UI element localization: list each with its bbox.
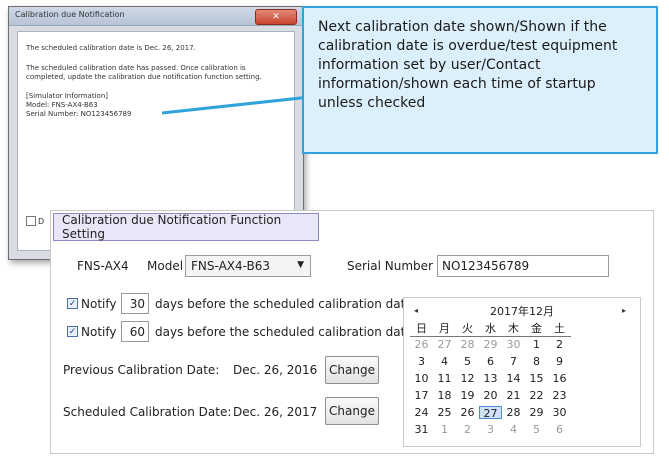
weekday-label: 日 bbox=[416, 322, 427, 335]
calendar: ◂ 2017年12月 ▸ 日 月 火 水 木 金 土 26 27 28 29 3… bbox=[403, 297, 641, 447]
calendar-month-title: 2017年12月 bbox=[490, 305, 554, 318]
calendar-day[interactable]: 4 bbox=[433, 355, 456, 368]
calendar-day[interactable]: 29 bbox=[525, 406, 548, 419]
calendar-day[interactable]: 30 bbox=[502, 338, 525, 351]
calendar-day[interactable]: 24 bbox=[410, 406, 433, 419]
weekday-label: 月 bbox=[439, 322, 450, 335]
calendar-week-row: 31 1 2 3 4 5 6 bbox=[410, 423, 571, 436]
weekday-label: 金 bbox=[531, 322, 542, 335]
callout-box: Next calibration date shown/Shown if the… bbox=[302, 6, 658, 154]
change-previous-date-button[interactable]: Change bbox=[325, 356, 379, 384]
serial-number-label: Serial Number bbox=[347, 259, 433, 273]
calendar-day[interactable]: 2 bbox=[548, 338, 571, 351]
calendar-day[interactable]: 27 bbox=[433, 338, 456, 351]
calendar-day[interactable]: 6 bbox=[548, 423, 571, 436]
calendar-day[interactable]: 18 bbox=[433, 389, 456, 402]
calendar-day[interactable]: 3 bbox=[479, 423, 502, 436]
notify-60-label: Notify bbox=[81, 325, 117, 339]
calendar-day[interactable]: 4 bbox=[502, 423, 525, 436]
notify-30-label: Notify bbox=[81, 297, 117, 311]
notification-message-line1: The scheduled calibration date has passe… bbox=[26, 64, 246, 72]
calendar-day[interactable]: 19 bbox=[456, 389, 479, 402]
chevron-down-icon: ▼ bbox=[297, 260, 304, 270]
scheduled-calibration-label: Scheduled Calibration Date: bbox=[63, 405, 232, 419]
notification-message-line2: completed, update the calibration due no… bbox=[26, 73, 262, 81]
calendar-day[interactable]: 26 bbox=[410, 338, 433, 351]
calendar-day[interactable]: 17 bbox=[410, 389, 433, 402]
notification-title: Calibration due Notification bbox=[15, 10, 125, 19]
notification-date-text: The scheduled calibration date is Dec. 2… bbox=[26, 44, 196, 52]
calendar-day[interactable]: 2 bbox=[456, 423, 479, 436]
calendar-day[interactable]: 15 bbox=[525, 372, 548, 385]
dont-show-label: D bbox=[38, 216, 45, 226]
calendar-day[interactable]: 12 bbox=[456, 372, 479, 385]
calendar-day[interactable]: 29 bbox=[479, 338, 502, 351]
weekday-label: 木 bbox=[508, 322, 519, 335]
callout-text: Next calibration date shown/Shown if the… bbox=[318, 19, 618, 111]
weekday-label: 火 bbox=[462, 322, 473, 335]
calendar-week-row: 3 4 5 6 7 8 9 bbox=[410, 355, 571, 368]
calendar-day[interactable]: 5 bbox=[456, 355, 479, 368]
notify-30-days-input[interactable]: 30 bbox=[121, 293, 149, 314]
model-select[interactable]: FNS-AX4-B63 ▼ bbox=[185, 255, 311, 277]
notify-30-checkbox[interactable]: ✓ bbox=[67, 298, 78, 309]
calendar-day[interactable]: 20 bbox=[479, 389, 502, 402]
previous-calibration-label: Previous Calibration Date: bbox=[63, 363, 220, 377]
previous-calibration-date: Dec. 26, 2016 bbox=[233, 363, 318, 377]
dont-show-checkbox[interactable] bbox=[26, 216, 36, 226]
notify-60-checkbox[interactable]: ✓ bbox=[67, 326, 78, 337]
notify-60-suffix: days before the scheduled calibration da… bbox=[155, 325, 413, 339]
calendar-day[interactable]: 8 bbox=[525, 355, 548, 368]
scheduled-calibration-date: Dec. 26, 2017 bbox=[233, 405, 318, 419]
device-name: FNS-AX4 bbox=[77, 259, 129, 273]
calendar-day[interactable]: 28 bbox=[502, 406, 525, 419]
notification-titlebar: Calibration due Notification ✕ bbox=[9, 7, 303, 26]
calendar-day[interactable]: 31 bbox=[410, 423, 433, 436]
calendar-weekday-header: 日 月 火 水 木 金 土 bbox=[410, 322, 571, 337]
calendar-day[interactable]: 25 bbox=[433, 406, 456, 419]
tab-calibration-settings[interactable]: Calibration due Notification Function Se… bbox=[53, 213, 319, 241]
calendar-day[interactable]: 5 bbox=[525, 423, 548, 436]
weekday-label: 土 bbox=[554, 322, 565, 335]
calibration-settings-panel: Calibration due Notification Function Se… bbox=[50, 210, 654, 454]
calendar-day[interactable]: 14 bbox=[502, 372, 525, 385]
model-select-value: FNS-AX4-B63 bbox=[191, 259, 271, 273]
calendar-day[interactable]: 1 bbox=[433, 423, 456, 436]
calendar-week-row: 26 27 28 29 30 1 2 bbox=[410, 338, 571, 351]
calendar-day[interactable]: 7 bbox=[502, 355, 525, 368]
calendar-day-selected[interactable]: 27 bbox=[479, 406, 502, 420]
close-icon: ✕ bbox=[272, 12, 280, 22]
calendar-day[interactable]: 11 bbox=[433, 372, 456, 385]
calendar-week-row: 10 11 12 13 14 15 16 bbox=[410, 372, 571, 385]
simulator-serial: Serial Number: NO123456789 bbox=[26, 110, 132, 118]
calendar-day[interactable]: 9 bbox=[548, 355, 571, 368]
simulator-model: Model: FNS-AX4-B63 bbox=[26, 101, 98, 109]
calendar-day[interactable]: 22 bbox=[525, 389, 548, 402]
calendar-day[interactable]: 26 bbox=[456, 406, 479, 419]
calendar-day[interactable]: 16 bbox=[548, 372, 571, 385]
notify-60-days-input[interactable]: 60 bbox=[121, 321, 149, 342]
notify-30-suffix: days before the scheduled calibration da… bbox=[155, 297, 413, 311]
change-scheduled-date-button[interactable]: Change bbox=[325, 397, 379, 425]
calendar-day[interactable]: 6 bbox=[479, 355, 502, 368]
dont-show-checkbox-row[interactable]: D bbox=[26, 216, 44, 226]
calendar-day[interactable]: 23 bbox=[548, 389, 571, 402]
serial-number-input[interactable]: NO123456789 bbox=[437, 255, 609, 277]
calendar-day[interactable]: 30 bbox=[548, 406, 571, 419]
next-month-icon[interactable]: ▸ bbox=[622, 306, 626, 315]
calendar-day[interactable]: 3 bbox=[410, 355, 433, 368]
weekday-label: 水 bbox=[485, 322, 496, 335]
model-label: Model bbox=[147, 259, 184, 273]
calendar-day[interactable]: 10 bbox=[410, 372, 433, 385]
calendar-day[interactable]: 1 bbox=[525, 338, 548, 351]
calendar-week-row: 24 25 26 27 28 29 30 bbox=[410, 406, 571, 420]
calendar-week-row: 17 18 19 20 21 22 23 bbox=[410, 389, 571, 402]
calendar-day[interactable]: 28 bbox=[456, 338, 479, 351]
simulator-info-header: [Simulator Information] bbox=[26, 92, 108, 100]
calendar-day[interactable]: 21 bbox=[502, 389, 525, 402]
calendar-day[interactable]: 13 bbox=[479, 372, 502, 385]
close-button[interactable]: ✕ bbox=[255, 9, 297, 25]
